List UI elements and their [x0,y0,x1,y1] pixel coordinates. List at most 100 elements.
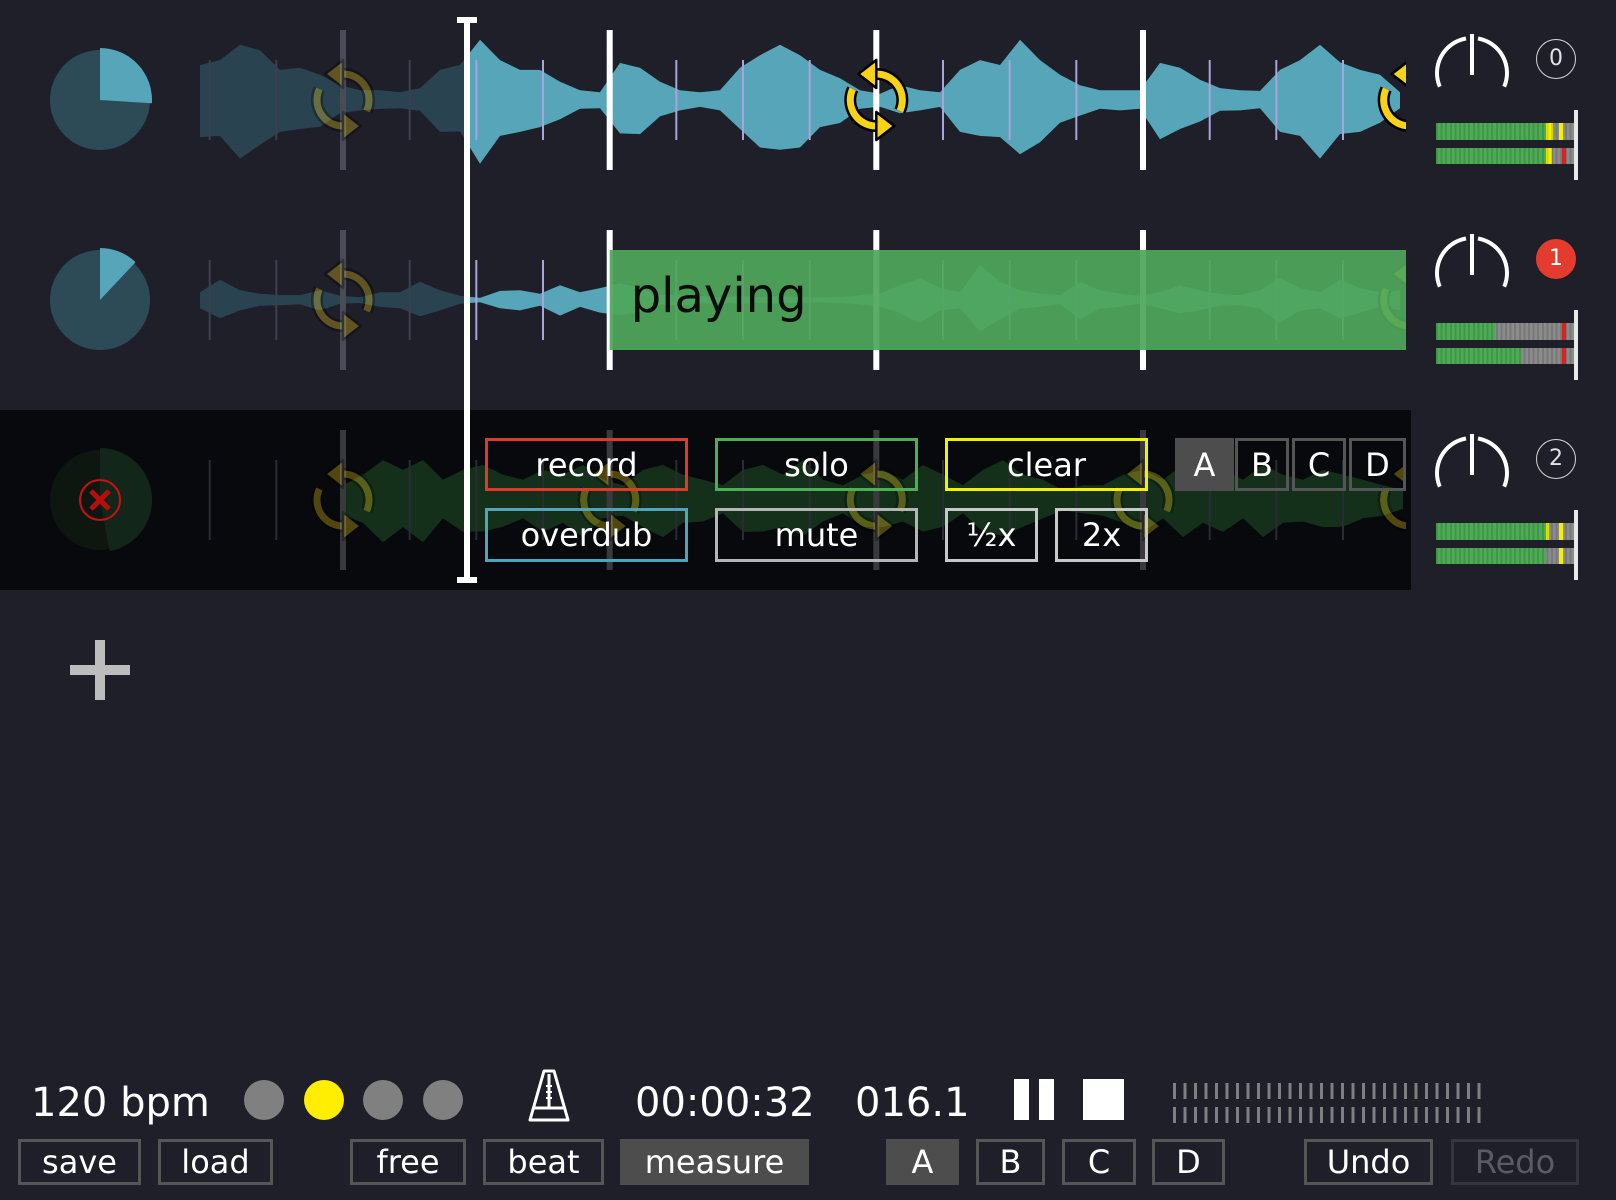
meter-peak-marker [1558,523,1563,540]
beat-line [1008,60,1011,140]
record-label: record [535,445,638,484]
gain-knob[interactable] [1435,234,1509,288]
gain-knob[interactable] [1435,434,1509,488]
overdub-button[interactable]: overdub [485,508,688,562]
quantize-free-button[interactable]: free [350,1139,466,1185]
beat-line [475,460,478,540]
overdub-label: overdub [520,516,653,554]
track-row[interactable] [50,30,1436,170]
state-label: playing [631,268,807,324]
meter-segments [1436,323,1574,340]
stop-icon [1083,1079,1124,1120]
redo-label: Redo [1474,1143,1556,1181]
beat-indicator [363,1080,403,1120]
level-meter-right [1436,348,1574,364]
quantize-beat-button[interactable]: beat [483,1139,604,1185]
track-number-badge[interactable]: 0 [1536,39,1576,79]
beat-line [1075,60,1078,140]
add-track-button[interactable] [60,630,140,710]
knob-indicator [1470,234,1474,275]
level-meter-right [1436,148,1574,164]
beat-line [475,260,478,340]
mute-label: mute [774,516,859,554]
beat-indicator [304,1080,344,1120]
beat-line [208,260,211,340]
beat-line [808,60,811,140]
scene-label: B [1251,445,1273,484]
beat-line [942,460,944,540]
clear-label: clear [1007,445,1086,484]
pause-icon-bar [1014,1079,1029,1120]
knob-indicator [1470,34,1474,75]
measure-line [340,230,346,370]
quantize-label: beat [507,1143,580,1181]
double-speed-button[interactable]: 2x [1055,508,1148,562]
scene-label: C [1087,1143,1111,1181]
redo-button[interactable]: Redo [1451,1139,1579,1185]
clear-button[interactable]: clear [945,438,1148,491]
meter-peak-marker [1558,123,1563,140]
half-speed-button[interactable]: ½x [945,508,1038,562]
meter-peak-marker [1561,323,1566,340]
beat-line [675,60,678,140]
scene-label: D [1176,1143,1201,1181]
meter-peak-marker [1561,348,1566,364]
beat-line [542,60,544,140]
scene-b-button[interactable]: B [976,1139,1045,1185]
scene-c-button[interactable]: C [1062,1139,1136,1185]
measure-line [873,30,880,170]
load-label: load [181,1143,250,1181]
meter-segments [1436,523,1574,540]
meter-peak-marker [1561,148,1566,164]
scene-label: A [1193,445,1216,484]
track-row[interactable]: playing [50,230,1436,370]
input-meter-left [1173,1083,1487,1099]
quantize-label: measure [644,1143,785,1181]
gain-knob[interactable] [1435,34,1509,88]
scene-label: C [1307,445,1331,484]
save-button[interactable]: save [18,1139,141,1185]
record-button[interactable]: record [485,438,688,491]
track-scene-d-button[interactable]: D [1349,438,1406,491]
track-scene-a-button[interactable]: A [1175,438,1234,491]
plus-icon-bar-v [95,640,105,700]
playhead-cap-bottom [457,577,477,583]
scene-label: A [911,1143,934,1181]
beat-line [275,460,278,540]
mute-button[interactable]: mute [715,508,918,562]
save-label: save [42,1143,117,1181]
track-number-badge[interactable]: 1 [1536,239,1576,279]
undo-button[interactable]: Undo [1304,1139,1433,1185]
level-meter-left [1436,523,1574,540]
track-scene-c-button[interactable]: C [1292,438,1346,491]
scene-a-button[interactable]: A [886,1139,959,1185]
beat-line [275,260,278,340]
meter-end-marker [1574,110,1578,180]
measure-position: 016.1 [855,1080,970,1126]
beat-line [1342,60,1344,140]
beat-line [408,460,411,540]
beat-line [208,460,211,540]
meter-segments [1436,123,1574,140]
loop-progress-pie [50,48,153,150]
meter-segments [1436,348,1574,364]
solo-button[interactable]: solo [715,438,918,491]
beat-indicator [423,1080,463,1120]
meter-segments [1436,148,1574,164]
level-meter-left [1436,123,1574,140]
metronome-icon[interactable] [526,1068,572,1124]
level-meter-right [1436,548,1574,564]
stop-button[interactable] [1079,1075,1129,1125]
load-button[interactable]: load [158,1139,273,1185]
scene-label: B [999,1143,1022,1181]
track-scene-b-button[interactable]: B [1235,438,1289,491]
meter-segments [1436,548,1574,564]
meter-end-marker [1574,310,1578,380]
quantize-measure-button[interactable]: measure [620,1139,809,1185]
quantize-label: free [376,1143,440,1181]
tempo-display[interactable]: 120 bpm [31,1080,210,1126]
track-number-badge[interactable]: 2 [1536,439,1576,479]
pause-button[interactable] [1010,1075,1058,1125]
scene-d-button[interactable]: D [1152,1139,1225,1185]
measure-line [340,30,346,170]
